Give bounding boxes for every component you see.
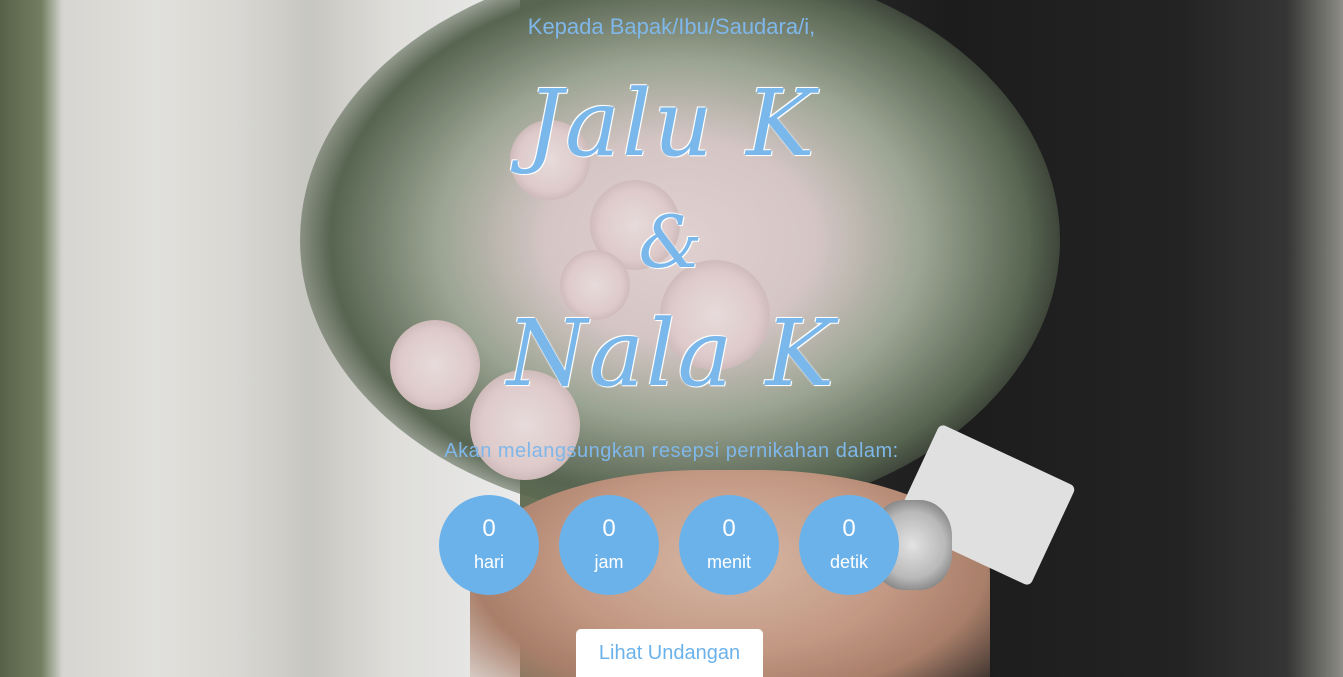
hero-content: Kepada Bapak/Ibu/Saudara/i, Jalu K & Nal… [0,0,1343,677]
countdown-hours: 0 jam [559,495,659,595]
countdown-days-label: hari [473,552,504,572]
countdown-days-value: 0 [482,515,496,542]
countdown-minutes-label: menit [706,552,751,572]
ampersand: & [638,200,705,284]
view-invitation-button[interactable]: Lihat Undangan [576,629,763,677]
greeting-text: Kepada Bapak/Ibu/Saudara/i, [527,14,816,39]
countdown-minutes: 0 menit [679,495,779,595]
countdown-seconds-label: detik [829,552,869,572]
event-subtitle: Akan melangsungkan resepsi pernikahan da… [444,440,899,462]
countdown-seconds: 0 detik [799,495,899,595]
countdown-hours-label: jam [594,552,624,572]
countdown-seconds-value: 0 [842,515,856,542]
countdown-minutes-value: 0 [722,515,736,542]
bride-name: Nala K [506,300,837,407]
countdown-hours-value: 0 [602,515,616,542]
countdown-timer: 0 hari 0 jam 0 menit 0 detik [439,495,899,595]
countdown-days: 0 hari [439,495,539,595]
groom-name: Jalu K [526,70,817,177]
